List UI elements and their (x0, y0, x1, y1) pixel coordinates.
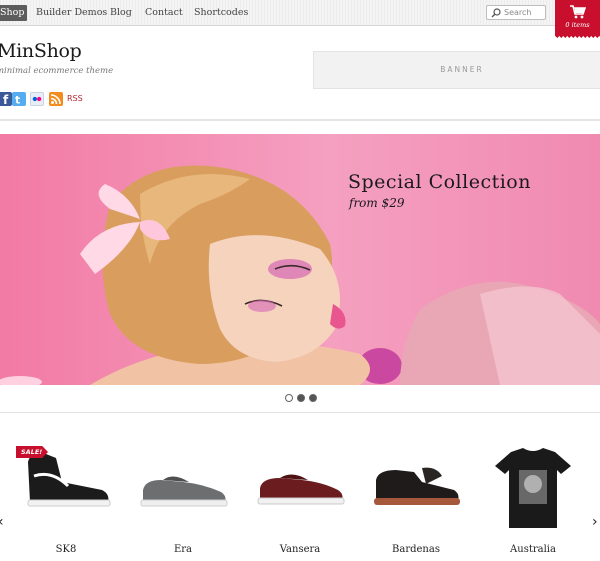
header-divider (0, 119, 600, 121)
chevron-left-icon[interactable]: ‹ (0, 514, 4, 530)
banner-label: BANNER (440, 65, 484, 74)
product-image-australia (495, 448, 571, 528)
product-image-era (140, 476, 228, 507)
nav-item-blog[interactable]: Blog (110, 5, 132, 21)
slider-pagination (285, 394, 321, 404)
header-banner[interactable]: BANNER (313, 51, 600, 89)
slide-subtitle: from $29 (349, 196, 405, 210)
cart-ribbon-edge (555, 36, 600, 40)
product-name: SK8 (55, 544, 77, 555)
slider-dot-2[interactable] (297, 394, 305, 402)
slider-divider (0, 412, 600, 413)
sale-badge: SALE! (16, 446, 48, 458)
facebook-icon[interactable]: f (0, 92, 12, 106)
product-name: Vansera (279, 544, 321, 555)
rss-link[interactable]: RSS (67, 94, 83, 103)
product-name: Bardenas (392, 544, 440, 555)
search-placeholder: Search (504, 8, 532, 17)
slider-dot-3[interactable] (309, 394, 317, 402)
slider-dot-1[interactable] (285, 394, 293, 402)
twitter-icon[interactable]: t (12, 92, 26, 106)
cart-item-count: 0 items (565, 21, 590, 29)
svg-text:t: t (15, 94, 20, 107)
flickr-icon[interactable] (30, 92, 44, 106)
svg-text:f: f (3, 93, 9, 106)
product-card-era[interactable]: Era (133, 440, 233, 561)
product-name: Australia (510, 544, 556, 555)
site-title[interactable]: MinShop (0, 40, 82, 62)
search-input[interactable]: Search (486, 5, 546, 20)
product-card-sk8[interactable]: SK8 (16, 440, 116, 561)
nav-item-contact[interactable]: Contact (145, 5, 183, 21)
product-card-australia[interactable]: Australia (483, 440, 583, 561)
product-card-vansera[interactable]: Vansera (250, 440, 350, 561)
top-navigation-bar: Shop Builder Demos Blog Contact Shortcod… (0, 0, 600, 26)
nav-item-shop[interactable]: Shop (0, 5, 28, 21)
search-icon (491, 8, 501, 18)
nav-item-builder-demos[interactable]: Builder Demos (36, 5, 107, 21)
product-card-bardenas[interactable]: Bardenas (366, 440, 466, 561)
site-tagline: minimal ecommerce theme (0, 66, 114, 76)
nav-item-shortcodes[interactable]: Shortcodes (194, 5, 248, 21)
chevron-right-icon[interactable]: › (592, 514, 598, 530)
hero-slider[interactable]: Special Collection from $29 (0, 134, 600, 385)
product-image-bardenas (374, 467, 460, 505)
product-image-vansera (257, 474, 345, 505)
cart-button[interactable]: 0 items (555, 0, 600, 40)
slide-title: Special Collection (348, 171, 531, 193)
rss-icon[interactable] (49, 92, 63, 106)
product-name: Era (173, 544, 193, 555)
shopping-cart-icon (570, 5, 586, 19)
